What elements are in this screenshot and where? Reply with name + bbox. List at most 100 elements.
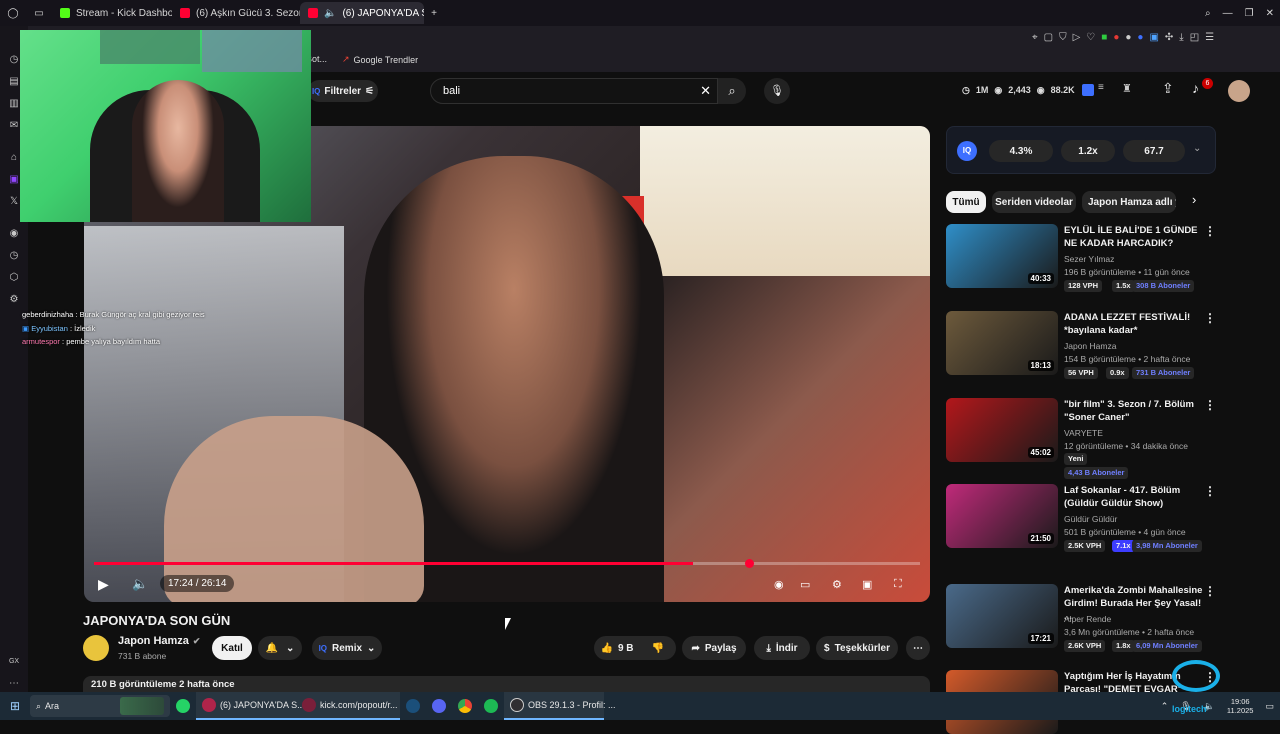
taskbar-kick-popout[interactable]: kick.com/popout/r...: [296, 692, 400, 720]
theater-mode-icon[interactable]: ▣: [862, 578, 872, 591]
download-icon[interactable]: ⤓: [1179, 32, 1183, 43]
chip-channel[interactable]: Japon Hamza adlı yü: [1082, 191, 1176, 213]
tab-kick[interactable]: Stream - Kick Dashboard: [52, 2, 172, 24]
dislike-button[interactable]: 👎: [640, 636, 676, 660]
iq-expand-icon[interactable]: ⌄: [1193, 143, 1201, 154]
iq-extension-icon[interactable]: [1082, 84, 1094, 96]
play-button[interactable]: ▶: [98, 576, 109, 593]
bookmark-google-trends[interactable]: ↗ Google Trendler: [342, 54, 418, 65]
recommendation-title[interactable]: Laf Sokanlar - 417. Bölüm (Güldür Güldür…: [1064, 484, 1204, 510]
twitch-icon[interactable]: ▣: [8, 174, 20, 186]
recommendation-title[interactable]: "bir film" 3. Sezon / 7. Bölüm "Soner Ca…: [1064, 398, 1204, 424]
cube-icon[interactable]: ⬡: [8, 272, 20, 284]
clock-icon[interactable]: ◷: [8, 250, 20, 262]
tab-askin-gucu[interactable]: (6) Aşkın Gücü 3. Sezon: [172, 2, 300, 24]
remix-button[interactable]: IQ Remix ⌄: [312, 636, 382, 660]
extension-gray-icon[interactable]: ●: [1125, 32, 1131, 43]
settings-icon[interactable]: ⚙: [832, 578, 842, 591]
close-window-icon[interactable]: ✕: [1260, 2, 1280, 24]
more-icon[interactable]: ⋯: [8, 678, 20, 690]
recommendation-title[interactable]: ADANA LEZZET FESTİVALİ! *bayılana kadar*: [1064, 311, 1204, 337]
restore-icon[interactable]: ❐: [1239, 2, 1260, 24]
channel-name[interactable]: Japon Hamza ✔: [118, 635, 200, 647]
discord-app[interactable]: [426, 692, 452, 720]
avatar[interactable]: [1228, 80, 1250, 102]
video-thumbnail[interactable]: 18:13: [946, 311, 1058, 375]
pin-icon[interactable]: ⌖: [1032, 32, 1038, 43]
more-actions-button[interactable]: ⋯: [906, 636, 930, 660]
download-button[interactable]: ⤓ İndir: [754, 636, 810, 660]
subscribed-bell-button[interactable]: 🔔 ⌄: [258, 636, 302, 660]
channel-avatar[interactable]: [83, 635, 109, 661]
more-vertical-icon[interactable]: ⋮: [1204, 484, 1216, 498]
gx-icon[interactable]: GX: [8, 656, 20, 668]
upload-icon[interactable]: ⇪: [1162, 80, 1174, 97]
iq-list-icon[interactable]: ≡: [1098, 82, 1104, 93]
camera-icon[interactable]: ◰: [1190, 32, 1199, 43]
search-input[interactable]: bali ✕: [430, 78, 718, 104]
search-tabs-icon[interactable]: ⌕: [1199, 2, 1217, 24]
trophy-icon[interactable]: ♜: [1122, 82, 1132, 95]
recommendation-channel[interactable]: Sezer Yılmaz: [1064, 253, 1114, 266]
taskbar-search[interactable]: ⌕ Ara: [30, 695, 170, 717]
more-vertical-icon[interactable]: ⋮: [1204, 398, 1216, 412]
history-icon[interactable]: ◷: [8, 54, 20, 66]
extension-blue-icon[interactable]: ●: [1137, 32, 1143, 43]
x-twitter-icon[interactable]: 𝕏: [8, 196, 20, 208]
recommendation-title[interactable]: EYLÜL İLE BALİ'DE 1 GÜNDE NE KADAR HARCA…: [1064, 224, 1204, 250]
opera-menu-icon[interactable]: ◯: [0, 2, 26, 24]
subtitles-icon[interactable]: ▭: [800, 578, 810, 591]
translate-icon[interactable]: ▣: [1149, 32, 1158, 43]
join-button[interactable]: Katıl: [212, 636, 252, 660]
tab-islands-icon[interactable]: ▭: [26, 2, 52, 24]
video-thumbnail[interactable]: 45:02: [946, 398, 1058, 462]
search-button[interactable]: ⌕: [718, 78, 746, 104]
autoplay-toggle[interactable]: ◉: [774, 578, 784, 591]
progress-scrubber[interactable]: [744, 559, 754, 568]
video-thumbnail[interactable]: 40:33: [946, 224, 1058, 288]
tab-japonya[interactable]: 🔈 (6) JAPONYA'DA SON: [300, 2, 424, 24]
chip-all[interactable]: Tümü: [946, 191, 986, 213]
voice-search-button[interactable]: 🎙: [764, 78, 790, 104]
taskbar-opera-gx[interactable]: (6) JAPONYA'DA S...: [196, 692, 305, 720]
shield-icon[interactable]: ⛉: [1059, 32, 1067, 43]
wallet-icon[interactable]: ▥: [8, 98, 20, 110]
recommendation-channel[interactable]: Güldür Güldür: [1064, 513, 1117, 526]
play-icon[interactable]: ▷: [1073, 32, 1081, 43]
whatsapp-app[interactable]: [170, 692, 196, 720]
video-thumbnail[interactable]: 21:50: [946, 484, 1058, 548]
kick-sidebar-icon[interactable]: ⌂: [8, 152, 20, 164]
menu-icon[interactable]: ☰: [1205, 32, 1214, 43]
steam-app[interactable]: [400, 692, 426, 720]
chips-next-icon[interactable]: ›: [1192, 192, 1196, 207]
taskbar-obs[interactable]: OBS 29.1.3 - Profil: ...: [504, 692, 616, 720]
bag-icon[interactable]: ▤: [8, 76, 20, 88]
notifications-icon[interactable]: ♪: [1192, 80, 1199, 96]
thanks-button[interactable]: $ Teşekkürler: [816, 636, 898, 660]
minimize-icon[interactable]: —: [1217, 2, 1239, 24]
new-tab-button[interactable]: +: [424, 2, 444, 24]
volume-icon[interactable]: 🔈: [132, 576, 148, 592]
mail-icon[interactable]: ✉: [8, 120, 20, 132]
speaker-icon[interactable]: 🔈: [324, 8, 336, 19]
clear-search-icon[interactable]: ✕: [700, 79, 711, 103]
fullscreen-icon[interactable]: ⛶: [894, 578, 902, 591]
progress-bar-track[interactable]: [94, 562, 920, 565]
screenshot-icon[interactable]: ▢: [1044, 32, 1053, 43]
more-vertical-icon[interactable]: ⋮: [1204, 311, 1216, 325]
more-vertical-icon[interactable]: ⋮: [1204, 584, 1216, 598]
chip-series[interactable]: Seriden videolar: [992, 191, 1076, 213]
like-button[interactable]: 👍 9 B: [594, 636, 640, 660]
player-icon[interactable]: ◉: [8, 228, 20, 240]
filters-button[interactable]: IQ Filtreler ⚟: [308, 80, 378, 102]
extension-red-icon[interactable]: ●: [1113, 32, 1119, 43]
recommendation-channel[interactable]: VARYETE: [1064, 427, 1103, 440]
settings-gear-icon[interactable]: ⚙: [8, 294, 20, 306]
chrome-app[interactable]: [452, 692, 478, 720]
more-vertical-icon[interactable]: ⋮: [1204, 224, 1216, 238]
recommendation-channel[interactable]: Japon Hamza: [1064, 340, 1116, 353]
spotify-app[interactable]: [478, 692, 504, 720]
puzzle-icon[interactable]: ✣: [1165, 32, 1173, 43]
video-thumbnail[interactable]: 17:21: [946, 584, 1058, 648]
extension-green-icon[interactable]: ■: [1101, 32, 1107, 43]
